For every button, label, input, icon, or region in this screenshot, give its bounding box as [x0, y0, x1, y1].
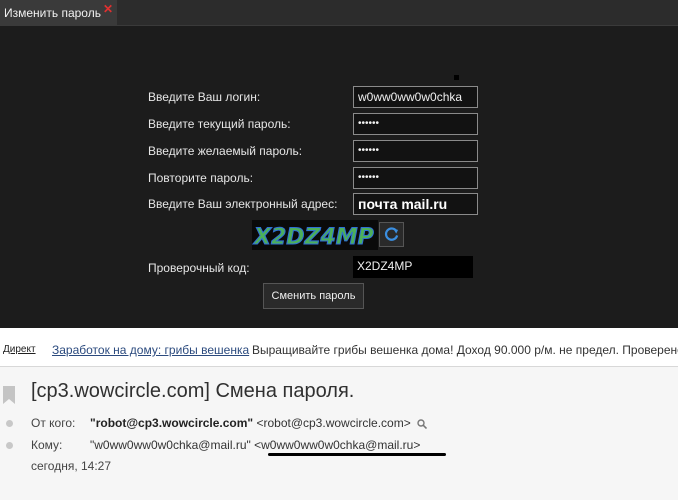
login-input[interactable]: w0ww0ww0w0chka — [353, 86, 478, 108]
change-password-panel: Изменить пароль ✕ Введите Ваш логин: w0w… — [0, 0, 678, 328]
tab-title: Изменить пароль — [4, 6, 101, 20]
from-label: От кого: — [31, 416, 76, 430]
to-name: "w0ww0ww0w0chka@mail.ru" — [90, 438, 251, 452]
ad-title-link[interactable]: Заработок на дому: грибы вешенка — [52, 343, 249, 357]
captcha-code-input[interactable]: X2DZ4MP — [353, 256, 473, 278]
from-name: "robot@cp3.wowcircle.com" — [90, 416, 254, 430]
captcha-image: X2DZ4MP — [252, 220, 378, 250]
email-subject: [cp3.wowcircle.com] Смена пароля. — [31, 380, 355, 402]
search-icon[interactable] — [417, 419, 428, 429]
change-password-button[interactable]: Сменить пароль — [263, 283, 364, 309]
repeat-password-input[interactable]: •••••• — [353, 167, 478, 189]
from-value: "robot@cp3.wowcircle.com" <robot@cp3.wow… — [90, 416, 428, 430]
captcha-code-label: Проверочный код: — [148, 261, 250, 275]
refresh-icon — [384, 227, 399, 241]
email-date: сегодня, 14:27 — [31, 459, 112, 473]
login-label: Введите Ваш логин: — [148, 90, 261, 104]
to-value: "w0ww0ww0w0chka@mail.ru" <w0ww0ww0w0chka… — [90, 438, 420, 452]
current-password-label: Введите текущий пароль: — [148, 117, 291, 131]
bookmark-icon[interactable] — [3, 386, 15, 404]
tab-change-password[interactable]: Изменить пароль ✕ — [0, 0, 118, 26]
new-password-input[interactable]: •••••• — [353, 140, 478, 162]
email-label: Введите Ваш электронный адрес: — [148, 197, 338, 211]
email-input[interactable]: почта mail.ru — [353, 193, 478, 215]
panel-header: Изменить пароль ✕ — [0, 0, 678, 26]
to-label: Кому: — [31, 438, 63, 452]
to-address[interactable]: <w0ww0ww0w0chka@mail.ru> — [254, 438, 420, 452]
screenshot: Изменить пароль ✕ Введите Ваш логин: w0w… — [0, 0, 678, 500]
close-icon[interactable]: ✕ — [103, 2, 113, 16]
repeat-password-label: Повторите пароль: — [148, 171, 254, 185]
current-password-input[interactable]: •••••• — [353, 113, 478, 135]
direct-link[interactable]: Директ — [3, 344, 36, 355]
marker-square — [454, 75, 459, 80]
hand-drawn-underline — [268, 453, 446, 456]
ad-bar: Директ Заработок на дому: грибы вешенка … — [0, 340, 678, 362]
from-dot — [6, 420, 13, 427]
captcha-text: X2DZ4MP — [252, 225, 374, 250]
to-dot — [6, 442, 13, 449]
new-password-label: Введите желаемый пароль: — [148, 144, 303, 158]
email-message: [cp3.wowcircle.com] Смена пароля. От ког… — [0, 367, 678, 500]
refresh-captcha-button[interactable] — [379, 222, 404, 247]
ad-text: Выращивайте грибы вешенка дома! Доход 90… — [252, 343, 678, 357]
from-address[interactable]: <robot@cp3.wowcircle.com> — [256, 416, 410, 430]
